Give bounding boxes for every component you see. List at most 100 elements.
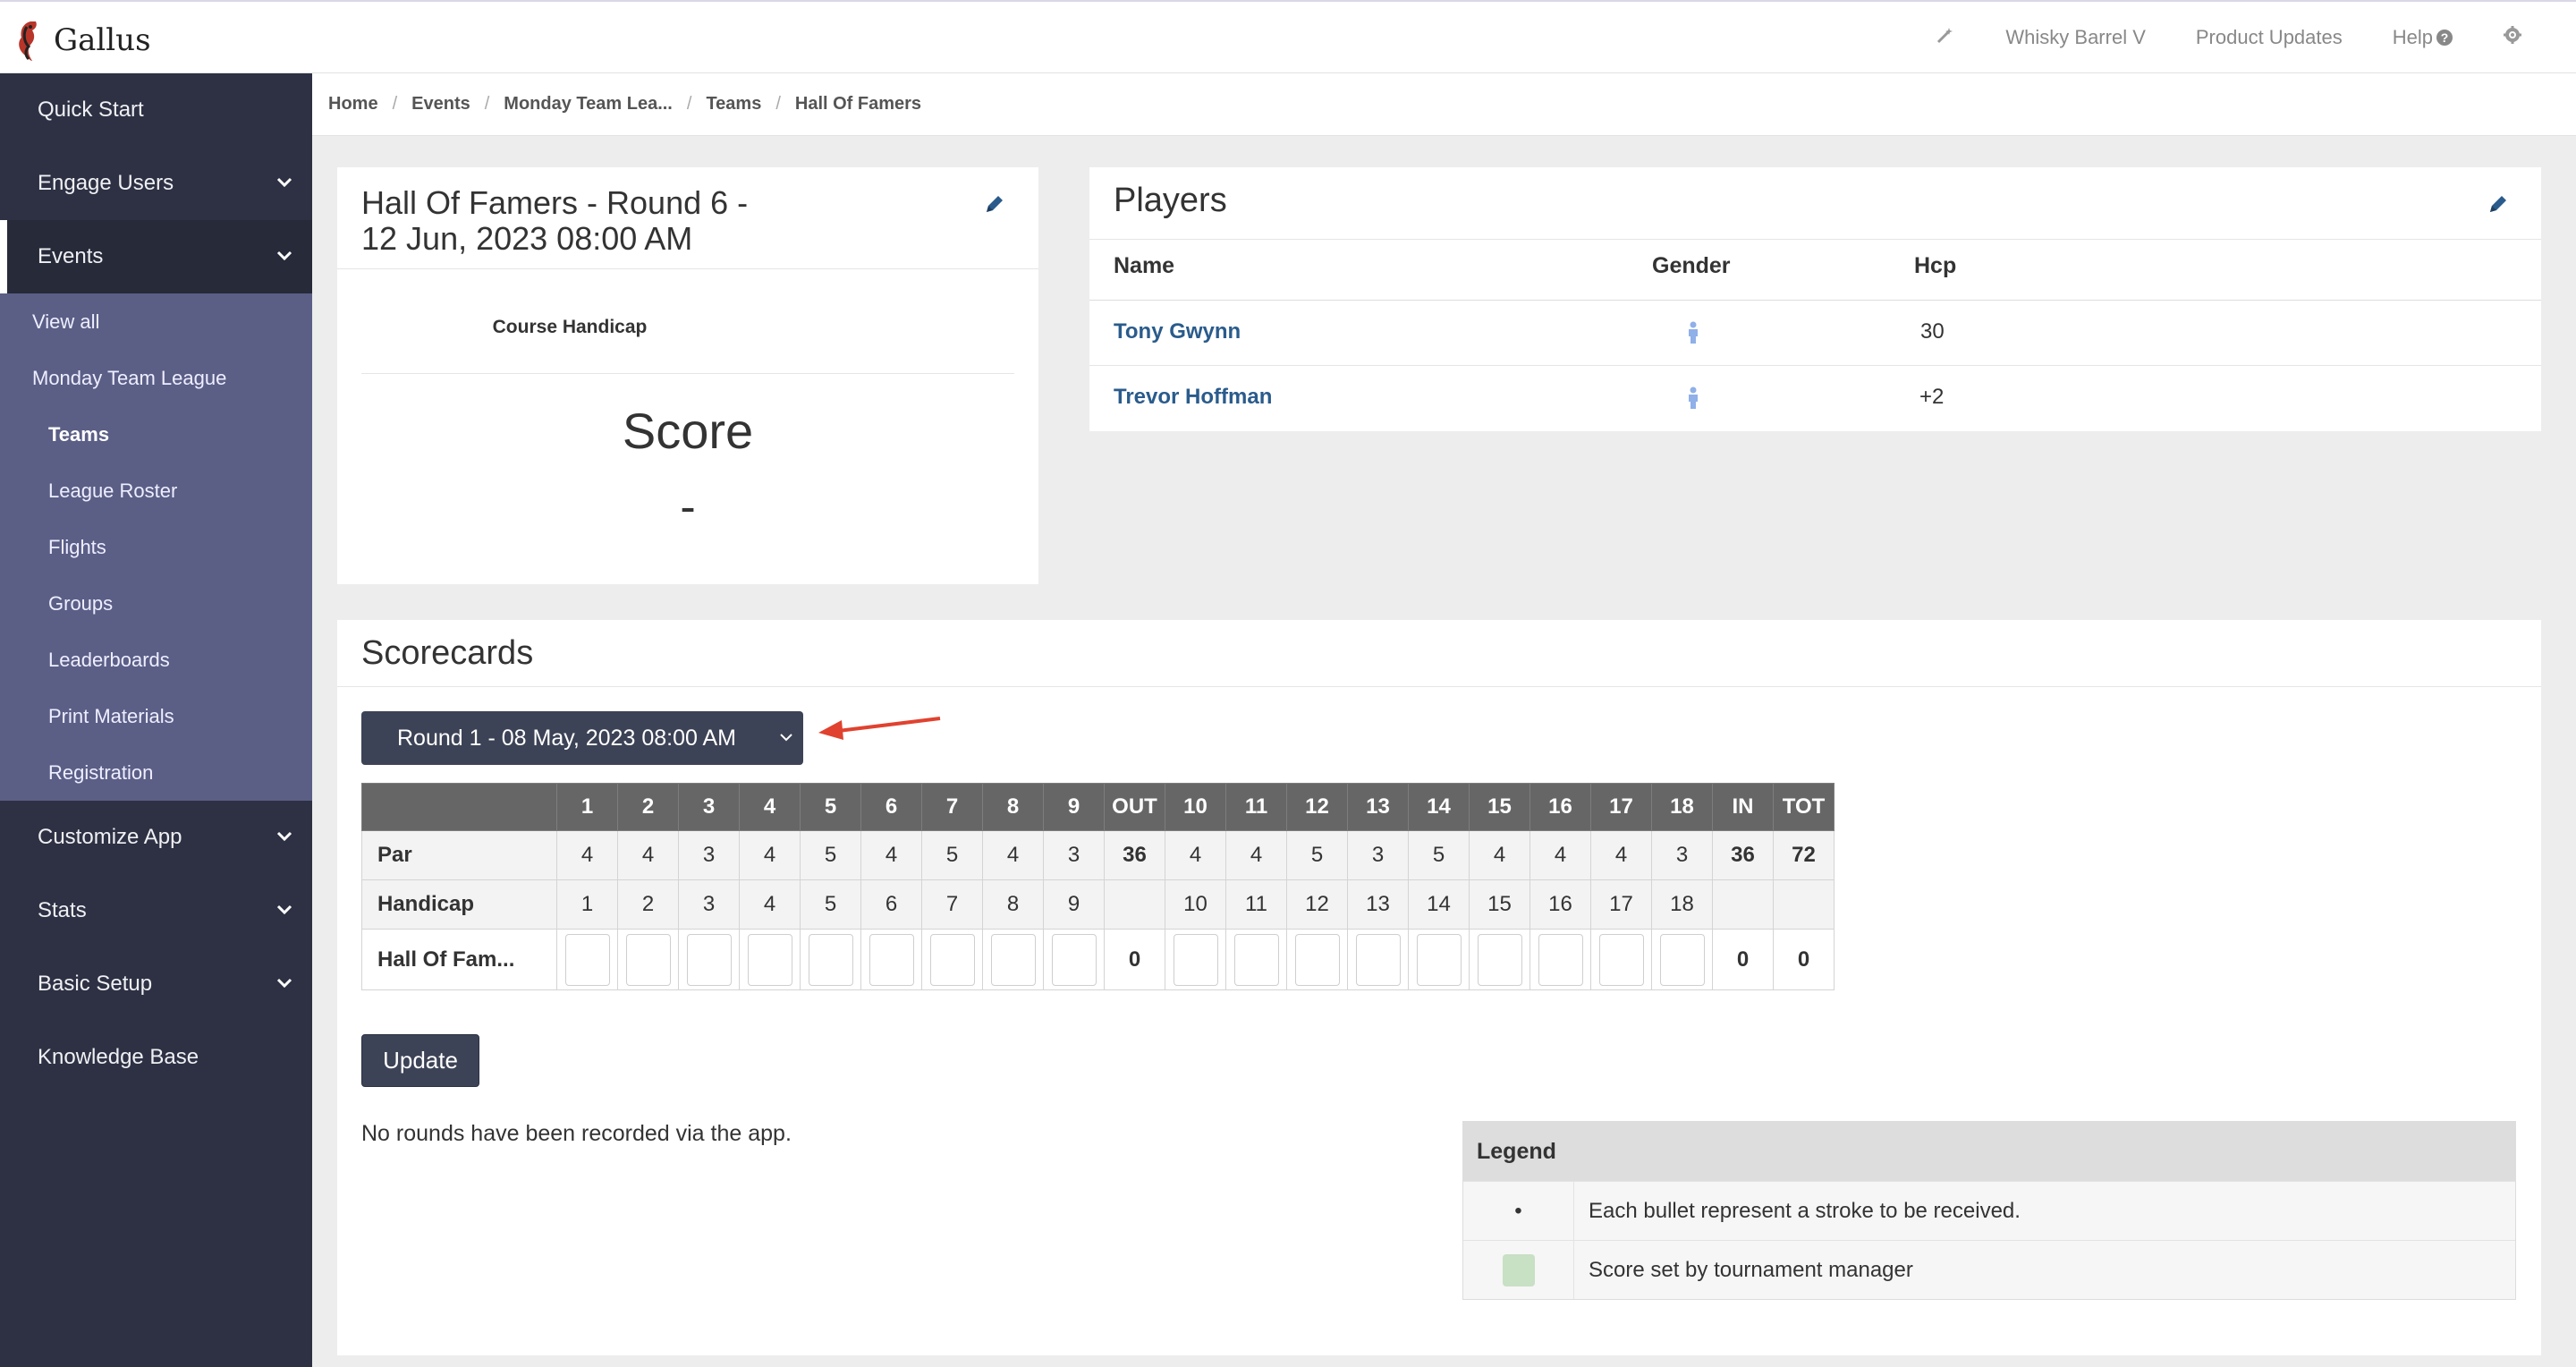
sidebar-item-basic-setup[interactable]: Basic Setup xyxy=(0,947,312,1021)
par-cell: 3 xyxy=(1651,830,1713,880)
hole-score-input[interactable] xyxy=(1294,933,1340,986)
update-button[interactable]: Update xyxy=(361,1034,479,1087)
help-label: Help xyxy=(2392,26,2433,48)
hole-score-input[interactable] xyxy=(1416,933,1462,986)
players-title: Players xyxy=(1114,182,1227,219)
par-cell: 4 xyxy=(860,830,922,880)
sidebar-item-view-all[interactable]: View all xyxy=(0,293,312,350)
sidebar-item-league-roster[interactable]: League Roster xyxy=(0,463,312,519)
score-label: Score xyxy=(622,403,754,459)
hole-score-input[interactable] xyxy=(929,933,975,986)
sidebar-item-print-materials[interactable]: Print Materials xyxy=(0,688,312,744)
chevron-down-icon xyxy=(276,177,292,188)
sidebar-item-registration[interactable]: Registration xyxy=(0,744,312,801)
hole-score-input[interactable] xyxy=(747,933,792,986)
hole-column-header: 17 xyxy=(1590,783,1652,831)
hole-score-input[interactable] xyxy=(1173,933,1218,986)
hole-score-input[interactable] xyxy=(1538,933,1583,986)
sidebar-item-knowledge-base[interactable]: Knowledge Base xyxy=(0,1021,312,1094)
sidebar-item-flights[interactable]: Flights xyxy=(0,519,312,575)
sidebar-item-groups[interactable]: Groups xyxy=(0,575,312,632)
hole-score-cell xyxy=(1225,929,1287,990)
pencil-icon[interactable] xyxy=(983,192,1006,216)
sidebar-item-customize-app[interactable]: Customize App xyxy=(0,801,312,874)
hole-score-input[interactable] xyxy=(686,933,732,986)
chevron-down-icon xyxy=(780,734,792,742)
help-link[interactable]: Help? xyxy=(2393,26,2453,49)
hole-score-cell xyxy=(1347,929,1409,990)
events-submenu: View all Monday Team League Teams League… xyxy=(0,293,312,801)
male-person-icon xyxy=(1689,386,1698,409)
handicap-cell: 7 xyxy=(921,879,983,930)
player-name-link[interactable]: Trevor Hoffman xyxy=(1114,385,1272,410)
hole-column-header: 9 xyxy=(1043,783,1105,831)
hcp-column-header: Hcp xyxy=(1914,253,1957,278)
score-value: - xyxy=(680,481,696,533)
round-select[interactable]: Round 1 - 08 May, 2023 08:00 AM xyxy=(361,711,803,765)
account-link[interactable]: Whisky Barrel V xyxy=(2005,26,2145,49)
name-column-header: Name xyxy=(1114,253,1175,278)
team-total-cell: 0 xyxy=(1712,929,1774,990)
sidebar-item-events[interactable]: Events xyxy=(0,220,312,293)
chevron-down-icon xyxy=(276,904,292,915)
par-cell: 3 xyxy=(678,830,740,880)
gallus-logo[interactable]: Gallus xyxy=(14,18,151,63)
sidebar-item-label: Stats xyxy=(38,898,87,922)
hole-score-input[interactable] xyxy=(990,933,1036,986)
magic-wand-icon[interactable] xyxy=(1936,25,1955,50)
sidebar-item-stats[interactable]: Stats xyxy=(0,874,312,947)
gear-icon[interactable] xyxy=(2503,25,2522,50)
hole-score-input[interactable] xyxy=(808,933,853,986)
hole-score-input[interactable] xyxy=(1355,933,1401,986)
hole-score-input[interactable] xyxy=(625,933,671,986)
hole-score-input[interactable] xyxy=(564,933,610,986)
hole-score-input[interactable] xyxy=(1598,933,1644,986)
par-cell: 4 xyxy=(617,830,679,880)
hole-score-input[interactable] xyxy=(1233,933,1279,986)
breadcrumb-events[interactable]: Events xyxy=(411,94,470,115)
scorecard-table: 1 2 3 4 5 6 7 8 9 OUT 10 11 12 13 14 15 16 17 18 IN TOT Par … xyxy=(361,783,1835,990)
sidebar-item-teams[interactable]: Teams xyxy=(0,406,312,463)
app-name: Gallus xyxy=(54,22,151,58)
hole-score-input[interactable] xyxy=(869,933,914,986)
sidebar-item-leaderboards[interactable]: Leaderboards xyxy=(0,632,312,688)
pencil-icon[interactable] xyxy=(2487,192,2510,216)
handicap-cell xyxy=(1712,879,1774,930)
chevron-down-icon xyxy=(276,250,292,261)
handicap-cell: 9 xyxy=(1043,879,1105,930)
question-icon: ? xyxy=(2436,30,2453,46)
hole-column-header: 1 xyxy=(556,783,618,831)
hole-score-cell xyxy=(860,929,922,990)
hole-score-input[interactable] xyxy=(1659,933,1705,986)
annotation-arrow-icon xyxy=(818,717,941,740)
title-line-2: 12 Jun, 2023 08:00 AM xyxy=(361,220,693,257)
divider xyxy=(1089,365,2541,366)
breadcrumb-teams[interactable]: Teams xyxy=(706,94,761,115)
sidebar-item-label: Customize App xyxy=(38,825,182,849)
hole-score-input[interactable] xyxy=(1477,933,1522,986)
player-name-link[interactable]: Tony Gwynn xyxy=(1114,319,1241,344)
breadcrumb-current: Hall Of Famers xyxy=(794,94,922,114)
handicap-cell: 18 xyxy=(1651,879,1713,930)
course-handicap-label: Course Handicap xyxy=(492,317,648,337)
breadcrumb-league[interactable]: Monday Team Lea... xyxy=(504,94,673,115)
sidebar-item-label: Engage Users xyxy=(38,171,174,195)
sidebar-item-engage-users[interactable]: Engage Users xyxy=(0,147,312,220)
hole-score-cell xyxy=(617,929,679,990)
team-card: Hall Of Famers - Round 6 - 12 Jun, 2023 … xyxy=(337,167,1038,584)
product-updates-link[interactable]: Product Updates xyxy=(2196,26,2343,49)
player-hcp: +2 xyxy=(1919,385,1945,409)
hole-score-cell xyxy=(921,929,983,990)
sidebar-item-league[interactable]: Monday Team League xyxy=(0,350,312,406)
legend-row: Score set by tournament manager xyxy=(1463,1240,2515,1299)
player-hcp: 30 xyxy=(1920,319,1945,344)
hole-score-input[interactable] xyxy=(1051,933,1097,986)
hole-score-cell xyxy=(739,929,801,990)
par-row: Par 4 4 3 4 5 4 5 4 3 36 4 4 5 3 5 4 4 4 3 36 72 xyxy=(361,830,1835,880)
legend-text: Each bullet represent a stroke to be rec… xyxy=(1589,1198,2021,1223)
hole-score-cell xyxy=(1043,929,1105,990)
sidebar-item-quick-start[interactable]: Quick Start xyxy=(0,73,312,147)
breadcrumb-home[interactable]: Home xyxy=(328,94,378,115)
hole-column-header: 16 xyxy=(1530,783,1591,831)
legend-text: Score set by tournament manager xyxy=(1589,1257,1913,1282)
